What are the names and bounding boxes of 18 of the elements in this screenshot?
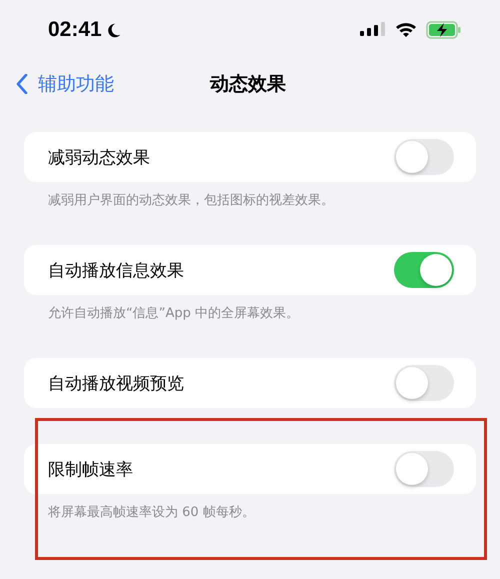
wifi-icon [395,22,417,38]
toggle-switch[interactable] [394,451,454,487]
toggle-switch[interactable] [394,365,454,401]
chevron-left-icon [16,74,28,94]
setting-label: 自动播放视频预览 [48,372,184,394]
setting-label: 限制帧速率 [48,458,133,480]
setting-description: 允许自动播放“信息”App 中的全屏幕效果。 [47,305,300,322]
setting-label: 减弱动态效果 [48,146,150,168]
status-time: 02:41 [48,18,102,42]
page-title: 动态效果 [210,72,286,97]
signal-icon [360,22,386,38]
battery-charging-icon [426,21,462,39]
toggle-switch[interactable] [394,252,454,288]
setting-description: 将屏幕最高帧速率设为 60 帧每秒。 [47,504,256,521]
back-button[interactable]: 辅助功能 [0,71,114,97]
setting-description: 减弱用户界面的动态效果，包括图标的视差效果。 [47,192,335,209]
toggle-switch[interactable] [394,139,454,175]
setting-label: 自动播放信息效果 [48,260,184,282]
